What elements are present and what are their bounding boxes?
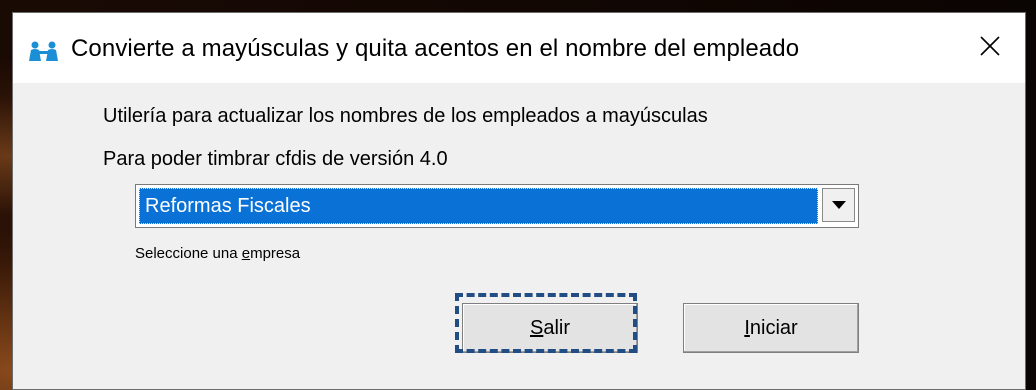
description-line-2: Para poder timbrar cfdis de versión 4.0	[103, 148, 448, 170]
description-line-1: Utilería para actualizar los nombres de …	[103, 105, 708, 127]
start-button[interactable]: Iniciar	[683, 303, 859, 353]
chevron-down-icon	[831, 196, 846, 214]
people-icon	[27, 41, 61, 61]
close-button[interactable]	[955, 13, 1025, 83]
title-bar: Convierte a mayúsculas y quita acentos e…	[13, 13, 1025, 83]
select-company-label: Seleccione una empresa	[135, 245, 301, 262]
exit-button[interactable]: Salir	[462, 303, 638, 353]
company-select[interactable]: Reformas Fiscales	[135, 184, 859, 228]
dialog-window: Convierte a mayúsculas y quita acentos e…	[12, 12, 1026, 390]
company-select-value: Reformas Fiscales	[139, 188, 818, 224]
close-icon	[979, 35, 1001, 62]
window-title: Convierte a mayúsculas y quita acentos e…	[71, 35, 800, 62]
dropdown-button[interactable]	[822, 188, 855, 222]
